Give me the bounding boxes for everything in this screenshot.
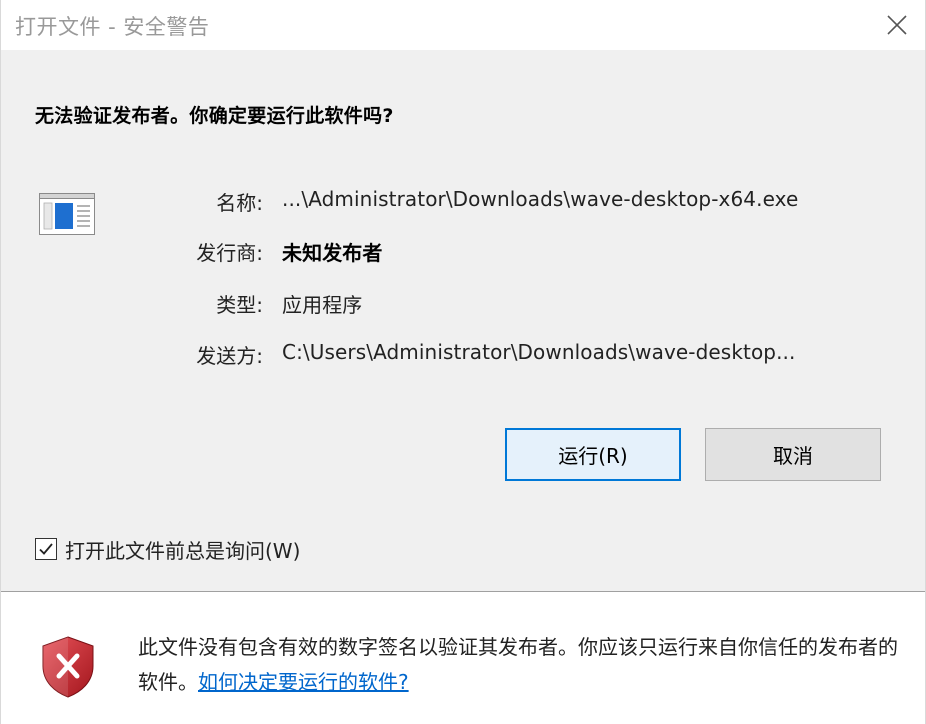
always-ask-checkbox-row[interactable]: 打开此文件前总是询问(W) — [35, 535, 300, 563]
warning-message: 此文件没有包含有效的数字签名以验证其发布者。你应该只运行来自你信任的发布者的软件… — [138, 630, 898, 700]
window-title: 打开文件 - 安全警告 — [15, 15, 210, 39]
publisher-label: 发行商: — [196, 241, 263, 265]
name-label: 名称: — [216, 191, 263, 215]
close-icon — [887, 15, 907, 35]
title-bar: 打开文件 - 安全警告 — [1, 0, 925, 50]
from-value: C:\Users\Administrator\Downloads\wave-de… — [282, 340, 796, 364]
always-ask-checkbox[interactable] — [35, 538, 57, 560]
dialog-heading: 无法验证发布者。你确定要运行此软件吗? — [35, 105, 394, 127]
security-warning-dialog: 打开文件 - 安全警告 无法验证发布者。你确定要运行此软件吗? 名称: ...\… — [0, 0, 926, 724]
how-to-decide-link[interactable]: 如何决定要运行的软件? — [198, 670, 409, 694]
type-label: 类型: — [216, 293, 263, 317]
close-button[interactable] — [869, 0, 925, 50]
run-button[interactable]: 运行(R) — [505, 428, 681, 481]
name-value: ...\Administrator\Downloads\wave-desktop… — [282, 187, 799, 211]
type-value: 应用程序 — [282, 293, 363, 317]
publisher-value: 未知发布者 — [282, 241, 383, 265]
from-label: 发送方: — [196, 344, 263, 368]
always-ask-label: 打开此文件前总是询问(W) — [65, 538, 301, 563]
warning-footer: 此文件没有包含有效的数字签名以验证其发布者。你应该只运行来自你信任的发布者的软件… — [1, 592, 925, 724]
shield-error-icon — [42, 636, 94, 698]
checkmark-icon — [39, 543, 53, 555]
cancel-button[interactable]: 取消 — [705, 428, 881, 481]
